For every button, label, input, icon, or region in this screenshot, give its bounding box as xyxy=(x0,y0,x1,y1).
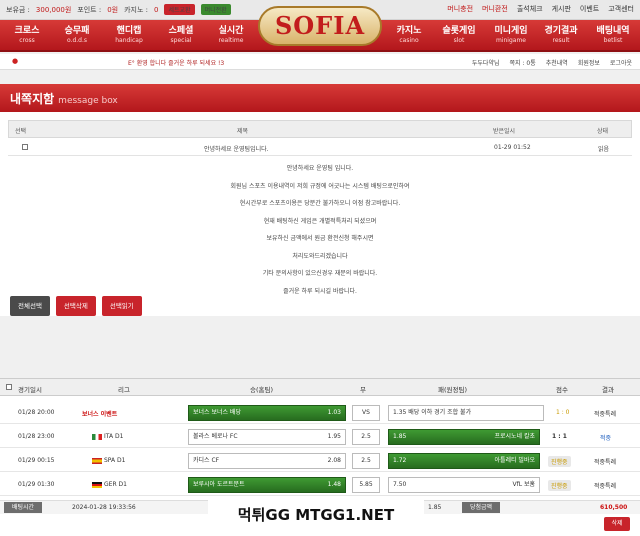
balance-value: 300,000원 xyxy=(35,5,72,14)
set-exchange-button[interactable]: 세트교환 xyxy=(164,4,195,15)
nav-handicap[interactable]: 핸디캡 handicap xyxy=(106,23,152,44)
nav-odds[interactable]: 승무패 o.d.d.s xyxy=(54,23,100,44)
balance-label: 보유금 : xyxy=(6,5,30,14)
logout-link[interactable]: 로그아웃 xyxy=(610,58,632,67)
message-actions: 전체선택 선택삭제 선택읽기 xyxy=(10,296,142,316)
nav-realtime[interactable]: 실시간 realtime xyxy=(208,23,254,44)
draw-pick[interactable]: VS xyxy=(352,405,380,421)
casino-value: 0 xyxy=(154,5,159,14)
home-pick[interactable]: 카디스 CF 2.08 xyxy=(188,453,346,469)
message-status: 읽음 xyxy=(598,146,610,153)
nav-betlist[interactable]: 배팅내역 betlist xyxy=(590,23,636,44)
home-pick[interactable]: 보루시아 도르트문트 1.48 xyxy=(188,477,346,493)
money-convert-button[interactable]: 머니전환 xyxy=(200,4,231,15)
away-pick[interactable]: 1.35 배당 이하 경기 조합 불가 xyxy=(388,405,544,421)
germany-flag-icon xyxy=(92,481,102,488)
nav-minigame[interactable]: 미니게임 minigame xyxy=(488,23,534,44)
member-info-link[interactable]: 회원정보 xyxy=(578,58,600,67)
nav-special[interactable]: 스페셜 special xyxy=(158,23,204,44)
bet-row: 01/29 00:15 SPA D1 카디스 CF 2.08 2.5 1.72 아틀… xyxy=(0,450,640,472)
casino-label: 카지노 : xyxy=(124,5,149,14)
away-pick[interactable]: 1.72 아틀레티 빌바오 xyxy=(388,453,540,469)
nav-slot[interactable]: 슬롯게임 slot xyxy=(436,23,482,44)
page-title: 내쪽지함 message box xyxy=(0,84,640,112)
message-row[interactable]: 안녕하세요 운영팀입니다. 01-29 01:52 읽음 xyxy=(8,140,632,156)
read-selected-button[interactable]: 선택읽기 xyxy=(101,296,142,316)
select-all-button[interactable]: 전체선택 xyxy=(10,296,50,316)
home-pick[interactable]: 보너스 보너스 배당 1.03 xyxy=(188,405,346,421)
nav-result[interactable]: 경기결과 result xyxy=(538,23,584,44)
nav-casino[interactable]: 카지노 casino xyxy=(386,23,432,44)
event-link[interactable]: 이벤트 xyxy=(580,4,599,14)
draw-pick[interactable]: 2.5 xyxy=(352,429,380,445)
money-charge-link[interactable]: 머니충전 xyxy=(447,4,473,14)
italy-flag-icon xyxy=(92,433,102,440)
bet-row: 01/28 20:00 보너스 이벤트 보너스 보너스 배당 1.03 VS 1.… xyxy=(0,402,640,424)
support-link[interactable]: 고객센터 xyxy=(608,4,634,14)
money-exchange-link[interactable]: 머니환전 xyxy=(482,4,508,14)
watermark-overlay: 먹튀GG MTGG1.NET xyxy=(208,498,424,532)
message-date: 01-29 01:52 xyxy=(494,144,531,151)
bet-row: 01/28 23:00 ITA D1 볼라스 베로나 FC 1.95 2.5 1.… xyxy=(0,426,640,448)
sub-bar: ● E° 환영 합니다 즐거운 하루 되세요 !3 두두다약님 쪽지 : 0통 … xyxy=(0,54,640,70)
message-checkbox[interactable] xyxy=(22,144,28,152)
message-table-header: 선택 제목 받은일시 상태 xyxy=(8,120,632,138)
site-logo[interactable]: SOFIA xyxy=(258,6,382,46)
username: 두두다약님 xyxy=(471,60,500,67)
away-pick[interactable]: 7.50 VfL 보훔 xyxy=(388,477,540,493)
draw-pick[interactable]: 2.5 xyxy=(352,453,380,469)
referral-link[interactable]: 추천내역 xyxy=(546,58,568,67)
delete-selected-button[interactable]: 선택삭제 xyxy=(55,296,96,316)
ticker-text: E° 환영 합니다 즐거운 하루 되세요 !3 xyxy=(128,60,225,67)
microphone-icon: ● xyxy=(12,57,19,65)
message-title[interactable]: 안녕하세요 운영팀입니다. xyxy=(204,144,269,153)
home-pick[interactable]: 볼라스 베로나 FC 1.95 xyxy=(188,429,346,445)
board-link[interactable]: 게시판 xyxy=(552,4,571,14)
spain-flag-icon xyxy=(92,457,102,464)
away-pick[interactable]: 1.85 프로시노네 칼초 xyxy=(388,429,540,445)
message-body: 안녕하세요 운영팀 입니다. 회원님 스포츠 이용내역이 저희 규정에 어긋나는… xyxy=(230,165,410,295)
nav-cross[interactable]: 크로스 cross xyxy=(4,23,50,44)
bet-row: 01/29 01:30 GER D1 보루시아 도르트문트 1.48 5.85 7… xyxy=(0,474,640,496)
point-value: 0원 xyxy=(107,5,119,14)
message-count-link[interactable]: 쪽지 : 0통 xyxy=(510,58,536,67)
delete-bet-button[interactable]: 삭제 xyxy=(604,517,630,531)
point-label: 포인트 : xyxy=(77,5,102,14)
message-box: 내쪽지함 message box 선택 제목 받은일시 상태 안녕하세요 운영팀입… xyxy=(0,84,640,316)
bet-table-header: 경기일시 리그 승(홈팀) 무 패(원정팀) 점수 결과 xyxy=(0,378,640,396)
attendance-link[interactable]: 출석체크 xyxy=(517,4,543,14)
draw-pick[interactable]: 5.85 xyxy=(352,477,380,493)
